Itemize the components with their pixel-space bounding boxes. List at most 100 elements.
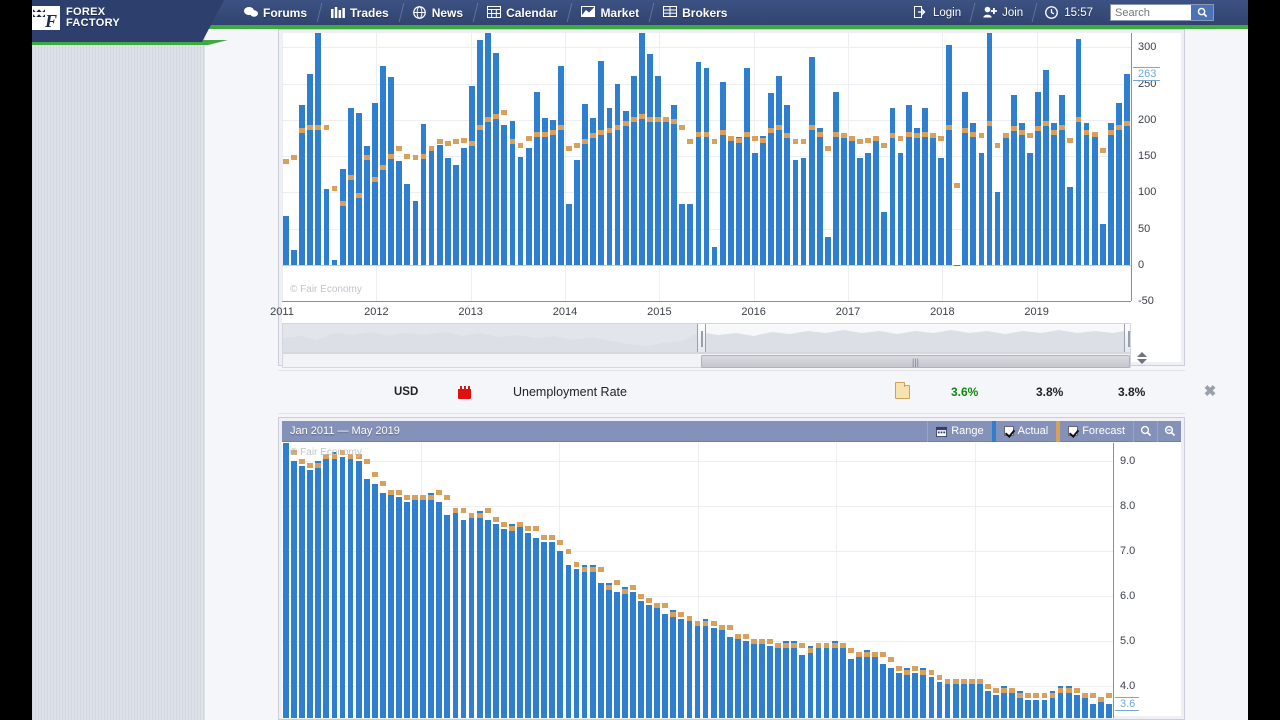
bar-actual[interactable] — [873, 138, 880, 265]
bar-actual[interactable] — [1097, 699, 1104, 718]
bar-actual[interactable] — [792, 160, 799, 265]
bar-actual[interactable] — [396, 497, 402, 718]
bar-actual[interactable] — [420, 497, 427, 718]
bar-actual[interactable] — [784, 105, 791, 265]
bar-actual[interactable] — [905, 104, 912, 265]
bar-actual[interactable] — [1051, 122, 1058, 265]
bar-actual[interactable] — [952, 681, 959, 718]
bar-actual[interactable] — [517, 524, 523, 718]
bar-actual[interactable] — [461, 148, 467, 265]
bar-actual[interactable] — [436, 501, 443, 718]
bar-actual[interactable] — [816, 127, 823, 265]
triangle-down-icon[interactable] — [1137, 359, 1147, 364]
bar-actual[interactable] — [702, 618, 709, 718]
bar-actual[interactable] — [646, 605, 652, 718]
bar-actual[interactable] — [558, 66, 564, 265]
bar-actual[interactable] — [574, 160, 581, 265]
bar-actual[interactable] — [759, 641, 765, 718]
bar-actual[interactable] — [744, 68, 750, 265]
bar-actual[interactable] — [695, 61, 702, 265]
bar-actual[interactable] — [566, 203, 572, 265]
bar-actual[interactable] — [1106, 704, 1112, 718]
bar-actual[interactable] — [767, 645, 773, 718]
bar-actual[interactable] — [638, 33, 645, 265]
bottom-chart-plot-area[interactable]: © Fair Economy — [282, 443, 1113, 718]
bar-actual[interactable] — [323, 189, 330, 265]
bar-actual[interactable] — [881, 211, 888, 265]
bar-actual[interactable] — [299, 465, 306, 718]
bar-actual[interactable] — [323, 456, 330, 718]
bar-actual[interactable] — [726, 636, 733, 718]
bar-actual[interactable] — [839, 645, 846, 718]
bar-actual[interactable] — [1043, 69, 1049, 265]
bar-actual[interactable] — [847, 659, 854, 718]
bar-actual[interactable] — [944, 681, 951, 718]
bar-actual[interactable] — [605, 582, 612, 718]
bar-actual[interactable] — [960, 681, 967, 718]
event-title[interactable]: Unemployment Rate — [513, 385, 627, 399]
bar-actual[interactable] — [1018, 122, 1025, 265]
bar-actual[interactable] — [436, 145, 443, 265]
bar-actual[interactable] — [331, 452, 338, 718]
checkbox-checked-icon[interactable] — [1068, 426, 1079, 436]
bar-actual[interactable] — [428, 492, 435, 718]
bar-actual[interactable] — [735, 137, 742, 265]
bar-actual[interactable] — [775, 645, 782, 718]
bar-actual[interactable] — [993, 695, 999, 718]
bar-actual[interactable] — [815, 645, 822, 718]
bar-actual[interactable] — [808, 56, 815, 265]
bar-actual[interactable] — [864, 650, 870, 718]
bar-actual[interactable] — [339, 456, 346, 718]
bar-actual[interactable] — [703, 68, 710, 265]
bar-actual[interactable] — [904, 668, 911, 718]
scrollbar-thumb[interactable]: ||| — [701, 355, 1130, 368]
bar-actual[interactable] — [468, 515, 475, 718]
bar-actual[interactable] — [687, 203, 694, 265]
bar-actual[interactable] — [492, 524, 499, 718]
bar-actual[interactable] — [307, 470, 314, 718]
nav-item-trades[interactable]: Trades — [319, 0, 401, 25]
bar-actual[interactable] — [791, 641, 798, 718]
bar-actual[interactable] — [946, 44, 952, 265]
bar-actual[interactable] — [621, 587, 628, 718]
bar-actual[interactable] — [291, 250, 298, 265]
bar-actual[interactable] — [291, 461, 297, 718]
bar-actual[interactable] — [800, 157, 807, 265]
bar-actual[interactable] — [460, 519, 467, 718]
bar-actual[interactable] — [670, 609, 677, 718]
bar-actual[interactable] — [557, 551, 564, 718]
bar-actual[interactable] — [912, 672, 919, 718]
bar-actual[interactable] — [928, 677, 935, 718]
bar-actual[interactable] — [985, 690, 991, 718]
bar-actual[interactable] — [565, 564, 572, 718]
bar-actual[interactable] — [1025, 699, 1032, 718]
bar-actual[interactable] — [477, 39, 483, 265]
bar-actual[interactable] — [1107, 122, 1114, 265]
close-icon[interactable]: ✖ — [1202, 384, 1218, 400]
bar-actual[interactable] — [865, 152, 872, 265]
bar-actual[interactable] — [1083, 122, 1090, 265]
bar-actual[interactable] — [493, 52, 500, 265]
bar-actual[interactable] — [549, 542, 556, 718]
bar-actual[interactable] — [1081, 695, 1088, 718]
horizontal-scrollbar[interactable]: ||| — [282, 353, 1131, 368]
bar-actual[interactable] — [727, 135, 734, 265]
bar-actual[interactable] — [444, 515, 451, 718]
vertical-zoom-spinner[interactable] — [1135, 347, 1149, 369]
bar-actual[interactable] — [444, 157, 451, 265]
bar-actual[interactable] — [1124, 74, 1130, 265]
bar-actual[interactable] — [283, 443, 289, 718]
bar-actual[interactable] — [573, 569, 580, 718]
bar-actual[interactable] — [420, 123, 427, 265]
bar-actual[interactable] — [501, 124, 508, 265]
bar-actual[interactable] — [970, 122, 977, 265]
bar-actual[interactable] — [452, 164, 459, 265]
bar-actual[interactable] — [752, 152, 758, 265]
bar-actual[interactable] — [986, 33, 993, 265]
bar-actual[interactable] — [994, 192, 1001, 265]
bar-actual[interactable] — [371, 483, 378, 718]
bar-actual[interactable] — [363, 479, 370, 718]
bar-actual[interactable] — [484, 519, 491, 718]
range-navigator[interactable] — [282, 323, 1131, 353]
bar-actual[interactable] — [347, 108, 354, 265]
